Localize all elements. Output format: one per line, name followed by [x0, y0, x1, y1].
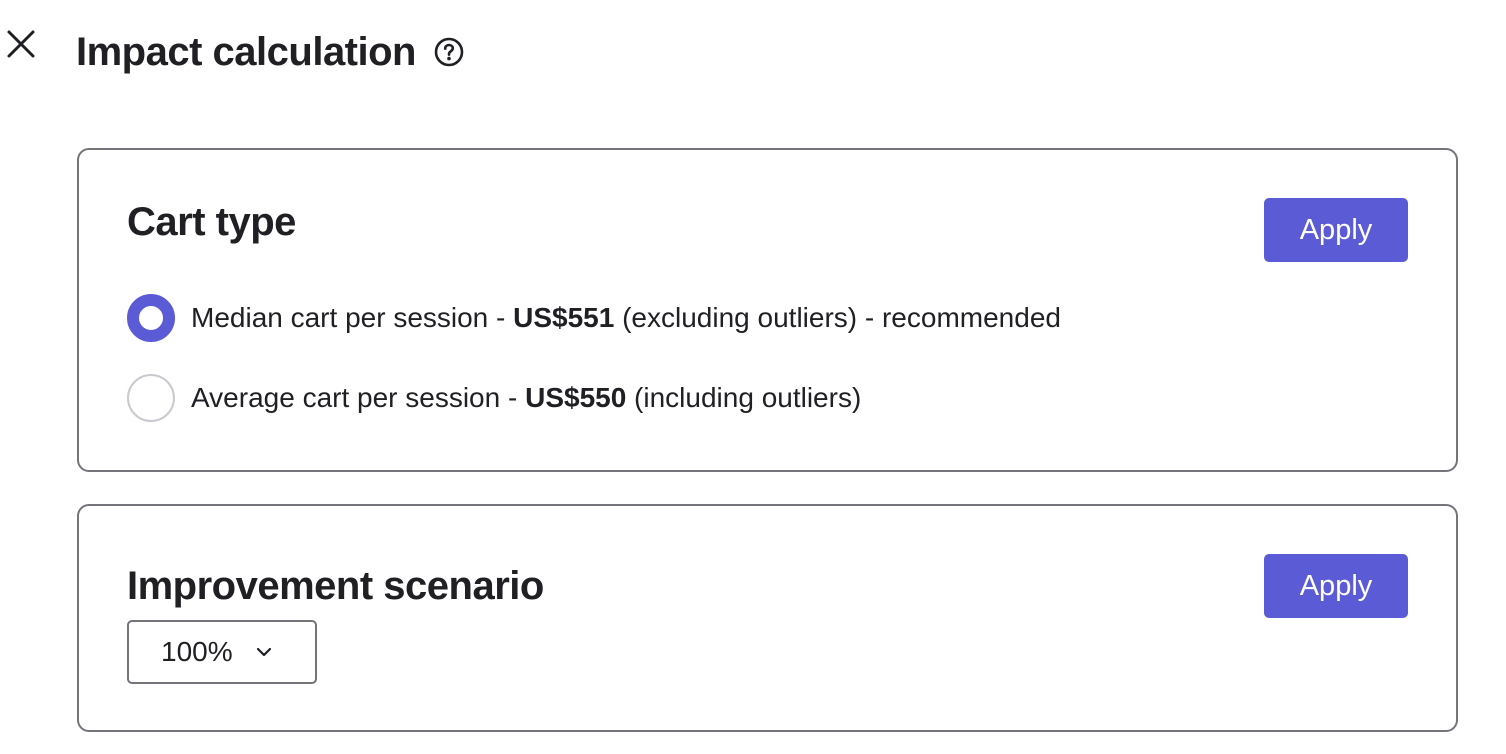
radio-label-average: Average cart per session - US$550 (inclu… — [191, 382, 862, 413]
impact-calculation-panel: Impact calculation Cart type Apply Media… — [0, 0, 1506, 754]
help-circle-icon — [434, 37, 464, 67]
cart-type-heading: Cart type — [127, 200, 296, 244]
radio-button-median[interactable] — [127, 294, 175, 342]
improvement-scenario-card: Improvement scenario Apply 100% — [77, 504, 1458, 732]
title-row: Impact calculation — [76, 28, 466, 76]
median-amount: US$551 — [513, 302, 615, 333]
radio-option-average[interactable]: Average cart per session - US$550 (inclu… — [127, 374, 861, 422]
close-icon — [7, 30, 35, 58]
improvement-apply-button[interactable]: Apply — [1264, 554, 1408, 618]
radio-label-median: Median cart per session - US$551 (exclud… — [191, 302, 1061, 333]
select-value: 100% — [161, 636, 233, 667]
close-button[interactable] — [2, 24, 40, 64]
help-button[interactable] — [432, 35, 466, 69]
cart-type-apply-button[interactable]: Apply — [1264, 198, 1408, 262]
chevron-down-icon — [255, 646, 273, 658]
radio-button-average[interactable] — [127, 374, 175, 422]
page-title: Impact calculation — [76, 30, 416, 74]
cart-type-card: Cart type Apply Median cart per session … — [77, 148, 1458, 472]
improvement-scenario-heading: Improvement scenario — [127, 564, 544, 608]
average-amount: US$550 — [525, 382, 627, 413]
improvement-percent-select[interactable]: 100% — [127, 620, 317, 684]
radio-option-median[interactable]: Median cart per session - US$551 (exclud… — [127, 294, 1061, 342]
